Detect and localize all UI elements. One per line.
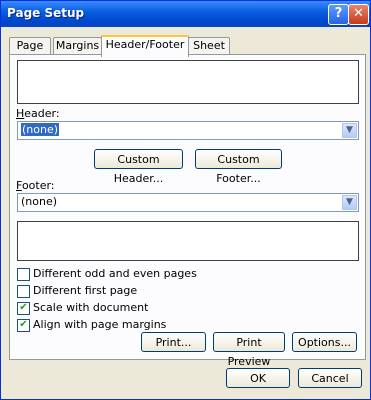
- window-title: Page Setup: [7, 6, 85, 20]
- checkmark-icon[interactable]: ✔: [17, 302, 30, 315]
- header-footer-panel: Header: (none) ▼ Custom Header... Custom…: [9, 54, 366, 368]
- footer-label-text: ooter:: [21, 179, 55, 192]
- tab-header-footer[interactable]: Header/Footer: [101, 35, 189, 57]
- chevron-down-icon[interactable]: ▼: [342, 195, 357, 210]
- page-setup-dialog: Page Setup ? ✕ Page Margins Header/Foote…: [0, 0, 371, 400]
- tab-page[interactable]: Page: [9, 37, 51, 55]
- header-select-value: (none): [21, 123, 60, 136]
- checkbox-icon[interactable]: [17, 268, 30, 281]
- help-button[interactable]: ?: [328, 4, 349, 25]
- custom-footer-button[interactable]: Custom Footer...: [195, 149, 282, 185]
- footer-select-value: (none): [21, 195, 58, 208]
- tab-margins[interactable]: Margins: [53, 37, 102, 55]
- checkbox-label: Align with page margins: [33, 318, 167, 331]
- ok-button[interactable]: OK: [226, 368, 290, 388]
- print-button[interactable]: Print...: [141, 332, 206, 352]
- title-bar[interactable]: Page Setup ? ✕: [1, 1, 370, 27]
- footer-select[interactable]: (none) ▼: [17, 193, 359, 212]
- header-preview: [17, 60, 359, 104]
- checkbox-label: Scale with document: [33, 301, 149, 314]
- header-label-text: eader:: [24, 107, 60, 120]
- checkbox-label: Different odd and even pages: [33, 267, 197, 280]
- cancel-button[interactable]: Cancel: [298, 368, 362, 388]
- checkbox-label: Different first page: [33, 284, 138, 297]
- header-label: Header:: [16, 107, 60, 120]
- print-preview-button[interactable]: Print Preview: [213, 332, 285, 368]
- chevron-down-icon[interactable]: ▼: [342, 123, 357, 138]
- tab-sheet[interactable]: Sheet: [188, 37, 230, 55]
- header-select[interactable]: (none) ▼: [17, 121, 359, 140]
- close-button[interactable]: ✕: [348, 4, 369, 25]
- checkmark-icon[interactable]: ✔: [17, 319, 30, 332]
- checkbox-icon[interactable]: [17, 285, 30, 298]
- footer-preview: [17, 221, 359, 261]
- options-button[interactable]: Options...: [292, 332, 357, 352]
- footer-label: Footer:: [16, 179, 55, 192]
- custom-header-button[interactable]: Custom Header...: [94, 149, 183, 185]
